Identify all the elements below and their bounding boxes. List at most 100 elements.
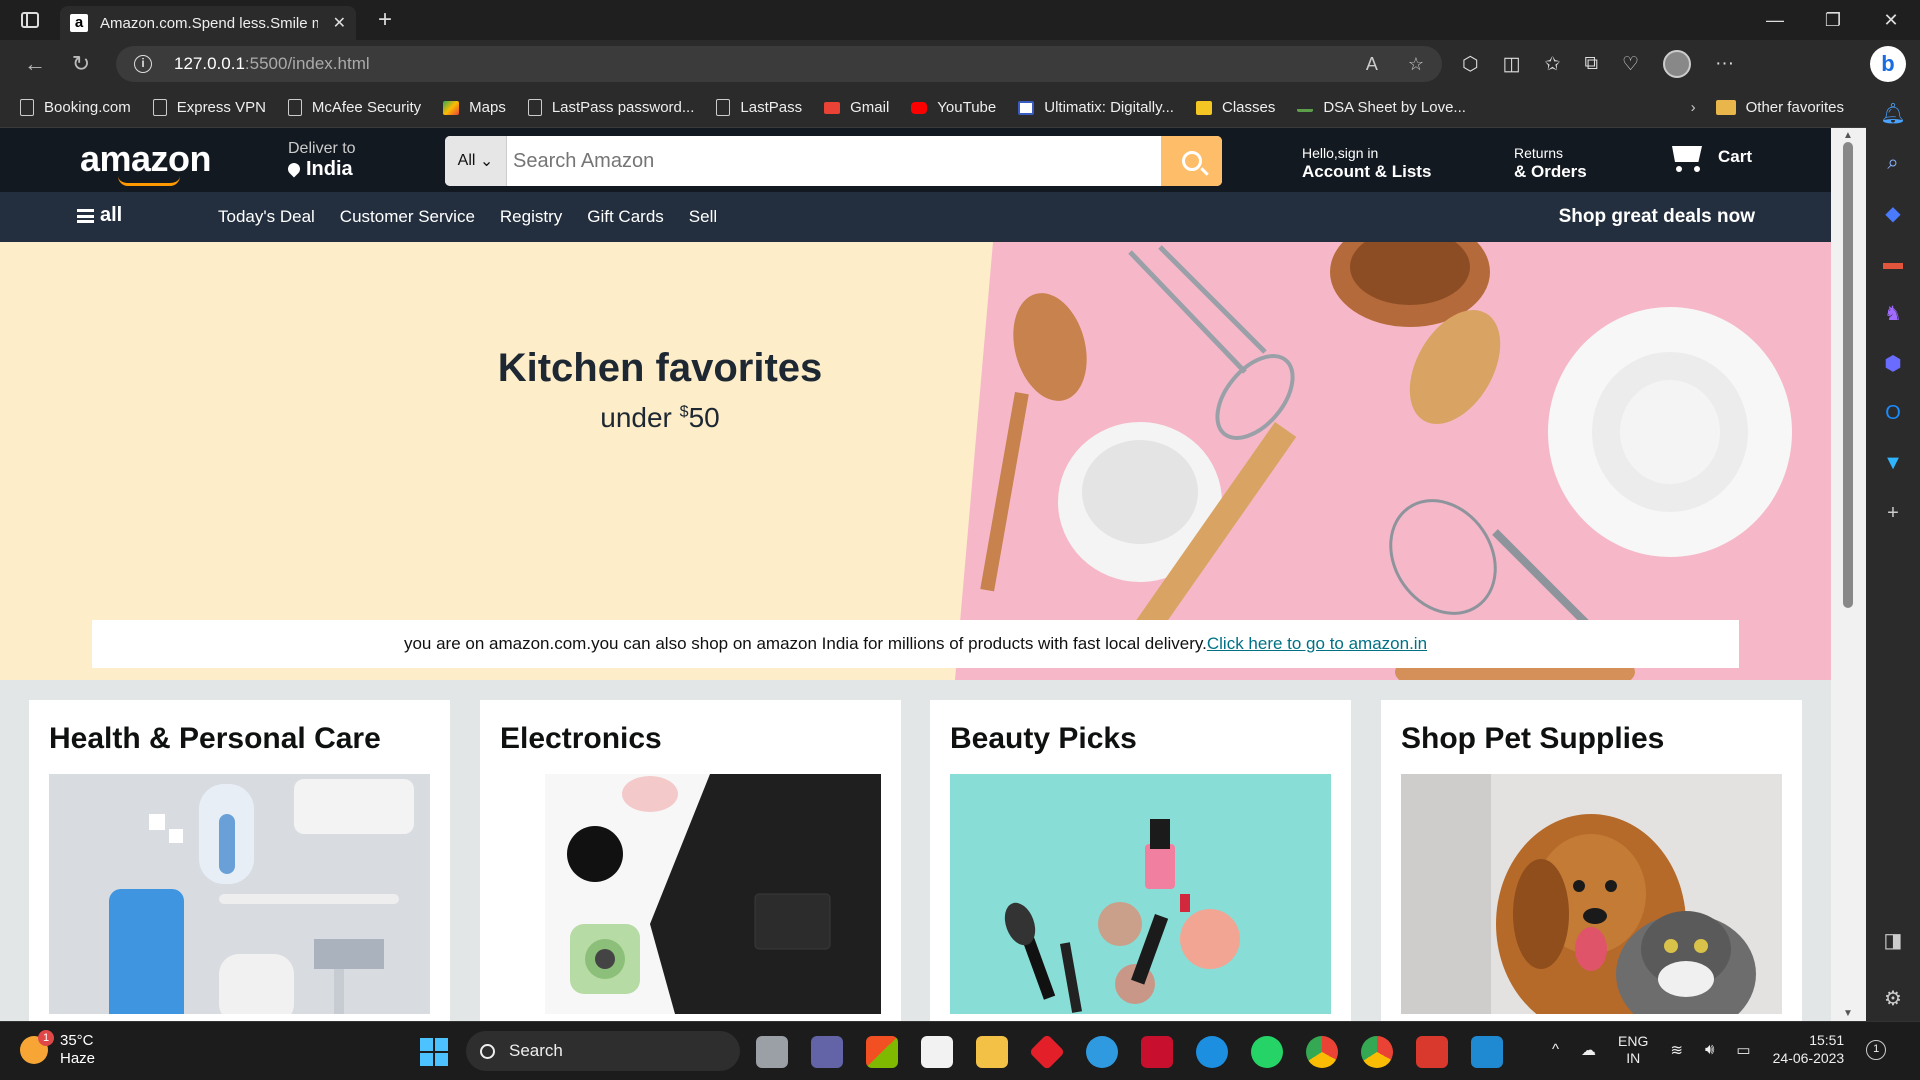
whatsapp-icon[interactable] <box>1251 1036 1283 1068</box>
all-menu-button[interactable]: all <box>77 204 122 227</box>
skype-icon[interactable] <box>1086 1036 1118 1068</box>
tab-actions-icon <box>21 12 39 28</box>
nav-todays-deal[interactable]: Today's Deal <box>218 207 315 227</box>
address-bar[interactable]: i 127.0.0.1:5500/index.html A ☆ <box>116 46 1442 82</box>
weather-widget[interactable]: 1 35°C Haze <box>20 1030 95 1068</box>
anydesk-icon[interactable] <box>1028 1033 1066 1071</box>
bookmark-ultimatix[interactable]: Ultimatix: Digitally... <box>1018 99 1174 116</box>
refresh-button[interactable]: ↻ <box>58 44 104 84</box>
close-window-button[interactable]: ✕ <box>1862 0 1920 40</box>
category-card-beauty[interactable]: Beauty Picks <box>930 700 1351 1021</box>
outlook-icon[interactable]: O <box>1882 402 1904 424</box>
profile-avatar[interactable] <box>1663 50 1692 78</box>
search-input[interactable] <box>507 136 1161 186</box>
wifi-icon[interactable]: ≋ <box>1670 1041 1683 1059</box>
teams-chat-icon[interactable] <box>811 1036 843 1068</box>
other-favorites[interactable]: Other favorites <box>1715 99 1844 116</box>
search-button[interactable] <box>1161 136 1222 186</box>
language-indicator[interactable]: ENG IN <box>1618 1033 1648 1067</box>
search-icon[interactable]: ⌕ <box>1882 152 1904 174</box>
notepad-icon[interactable] <box>921 1036 953 1068</box>
more-bookmarks-chevron-icon[interactable]: › <box>1691 99 1696 116</box>
tab-actions-button[interactable] <box>0 0 60 40</box>
health-products-image <box>49 774 430 1021</box>
drop-icon[interactable]: ▼ <box>1882 452 1904 474</box>
page-scrollbar[interactable]: ▲ ▼ <box>1831 128 1866 1021</box>
bookmark-maps[interactable]: Maps <box>443 99 506 116</box>
bookmark-dsa-sheet[interactable]: DSA Sheet by Love... <box>1297 99 1466 116</box>
favorites-icon[interactable]: ✩ <box>1545 53 1561 76</box>
search-category-select[interactable]: All ⌄ <box>445 136 507 186</box>
microsoft-365-icon[interactable]: ⬢ <box>1882 352 1904 375</box>
tcs-icon <box>1018 100 1035 115</box>
file-explorer-icon[interactable] <box>976 1036 1008 1068</box>
site-info-icon[interactable]: i <box>134 55 152 73</box>
scroll-up-arrow-icon[interactable]: ▲ <box>1843 130 1853 141</box>
show-hidden-icons-chevron-icon[interactable]: ^ <box>1552 1041 1559 1058</box>
vscode-icon[interactable] <box>1471 1036 1503 1068</box>
category-card-electronics[interactable]: Electronics <box>480 700 901 1021</box>
notice-text: you are on amazon.com.you can also shop … <box>403 634 1207 653</box>
returns-orders[interactable]: Returns & Orders <box>1514 145 1587 182</box>
wps-office-icon[interactable] <box>1416 1036 1448 1068</box>
nav-registry[interactable]: Registry <box>500 207 562 227</box>
clock[interactable]: 15:51 24-06-2023 <box>1773 1032 1845 1067</box>
nav-sell[interactable]: Sell <box>689 207 717 227</box>
nav-customer-service[interactable]: Customer Service <box>340 207 475 227</box>
new-tab-button[interactable]: + <box>378 8 392 32</box>
tools-briefcase-icon[interactable]: ▬ <box>1882 252 1904 274</box>
amazon-logo[interactable]: amazon <box>80 138 212 180</box>
card-title: Electronics <box>500 722 662 755</box>
back-button[interactable]: ← <box>12 44 58 84</box>
shopping-tag-icon[interactable]: ◆ <box>1882 202 1904 225</box>
bookmark-mcafee[interactable]: McAfee Security <box>287 99 421 116</box>
bookmark-gmail[interactable]: Gmail <box>824 99 889 116</box>
taskbar-search[interactable]: Search <box>466 1031 740 1071</box>
games-icon[interactable]: ♞ <box>1882 302 1904 325</box>
account-lists[interactable]: Hello,sign in Account & Lists <box>1302 145 1431 182</box>
minimize-button[interactable]: — <box>1746 0 1804 40</box>
favorite-star-icon[interactable]: ☆ <box>1408 54 1424 75</box>
browser-essentials-icon[interactable]: ♡ <box>1622 53 1639 76</box>
onedrive-cloud-icon[interactable]: ☁ <box>1581 1041 1596 1059</box>
bookmark-lastpass[interactable]: LastPass <box>716 99 802 116</box>
amazon-india-link[interactable]: Click here to go to amazon.in <box>1207 634 1427 654</box>
extensions-icon[interactable]: ⬡ <box>1462 53 1479 76</box>
mcafee-icon[interactable] <box>1141 1036 1173 1068</box>
edge-icon[interactable] <box>1196 1036 1228 1068</box>
category-card-health[interactable]: Health & Personal Care <box>29 700 450 1021</box>
sidebar-toggle-icon[interactable]: ◨ <box>1882 929 1904 952</box>
add-icon[interactable]: + <box>1882 502 1904 524</box>
more-menu-icon[interactable]: ··· <box>1715 53 1734 75</box>
notification-center-badge[interactable]: 1 <box>1866 1039 1887 1060</box>
bookmark-youtube[interactable]: YouTube <box>911 99 996 116</box>
collections-icon[interactable]: ⧉ <box>1584 53 1598 75</box>
bing-copilot-icon[interactable]: b <box>1870 46 1906 82</box>
restore-button[interactable]: ❐ <box>1804 0 1862 40</box>
settings-gear-icon[interactable]: ⚙ <box>1882 987 1904 1010</box>
volume-icon[interactable]: 🔊︎ <box>1705 1041 1714 1058</box>
cart-icon <box>1668 142 1708 172</box>
read-aloud-icon[interactable]: A <box>1366 54 1378 75</box>
bookmark-express-vpn[interactable]: Express VPN <box>152 99 266 116</box>
microsoft-store-icon[interactable] <box>866 1036 898 1068</box>
cart-button[interactable]: Cart <box>1668 142 1752 172</box>
shop-deals-link[interactable]: Shop great deals now <box>1559 206 1755 228</box>
chrome-icon[interactable] <box>1306 1036 1338 1068</box>
battery-icon[interactable]: ▭ <box>1736 1041 1750 1059</box>
tab-amazon[interactable]: a Amazon.com.Spend less.Smile more ✕ <box>60 6 356 40</box>
task-view-icon[interactable] <box>756 1036 788 1068</box>
split-screen-icon[interactable]: ◫ <box>1503 53 1521 76</box>
close-tab-icon[interactable]: ✕ <box>333 13 346 33</box>
deliver-to[interactable]: Deliver to India <box>285 140 356 180</box>
bookmark-lastpass-password[interactable]: LastPass password... <box>527 99 694 116</box>
bookmark-booking[interactable]: Booking.com <box>20 99 131 116</box>
notification-bell-icon[interactable]: 🔔︎ <box>1880 102 1905 125</box>
nav-gift-cards[interactable]: Gift Cards <box>587 207 664 227</box>
chrome-profile-icon[interactable] <box>1361 1036 1393 1068</box>
bookmark-classes[interactable]: Classes <box>1195 99 1275 116</box>
scrollbar-thumb[interactable] <box>1843 142 1853 608</box>
category-card-pets[interactable]: Shop Pet Supplies <box>1381 700 1802 1021</box>
scroll-down-arrow-icon[interactable]: ▼ <box>1843 1008 1853 1019</box>
windows-start-button[interactable] <box>420 1038 448 1066</box>
